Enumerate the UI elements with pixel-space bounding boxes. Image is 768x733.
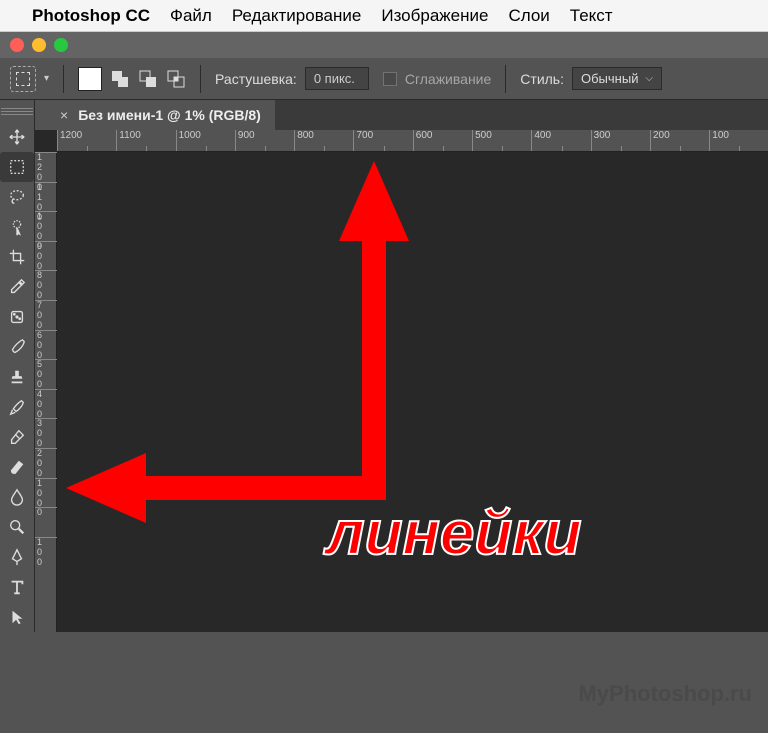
add-selection-icon[interactable] — [110, 69, 130, 89]
quick-select-tool[interactable] — [0, 212, 34, 242]
annotation-text: линейки — [326, 498, 582, 569]
os-menubar: Photoshop CC Файл Редактирование Изображ… — [0, 0, 768, 32]
history-brush-tool[interactable] — [0, 392, 34, 422]
eyedropper-tool[interactable] — [0, 272, 34, 302]
options-bar: ▾ Растушевка: Сглаживание Стиль: Обычный… — [0, 58, 768, 100]
feather-input[interactable] — [305, 67, 369, 90]
blur-tool[interactable] — [0, 482, 34, 512]
minimize-window-button[interactable] — [32, 38, 46, 52]
chevron-down-icon: ▾ — [44, 73, 49, 84]
path-select-tool[interactable] — [0, 602, 34, 632]
tools-panel — [0, 100, 35, 632]
app-name[interactable]: Photoshop CC — [32, 6, 150, 26]
tab-title: Без имени-1 @ 1% (RGB/8) — [78, 107, 261, 123]
vertical-ruler[interactable]: 1200110010009008007006005004003002001000… — [35, 152, 57, 632]
type-tool[interactable] — [0, 572, 34, 602]
move-tool[interactable] — [0, 122, 34, 152]
menu-file[interactable]: Файл — [170, 6, 212, 26]
pen-tool[interactable] — [0, 542, 34, 572]
style-label: Стиль: — [520, 71, 564, 87]
document-tab[interactable]: × Без имени-1 @ 1% (RGB/8) — [46, 100, 275, 130]
brush-tool[interactable] — [0, 332, 34, 362]
close-tab-icon[interactable]: × — [60, 107, 68, 123]
menu-image[interactable]: Изображение — [381, 6, 488, 26]
lasso-tool[interactable] — [0, 182, 34, 212]
feather-label: Растушевка: — [215, 71, 297, 87]
new-selection-icon[interactable] — [78, 67, 102, 91]
watermark: MyPhotoshop.ru — [578, 681, 752, 707]
window-titlebar — [0, 32, 768, 58]
marquee-tool[interactable] — [0, 152, 34, 182]
subtract-selection-icon[interactable] — [138, 69, 158, 89]
menu-layers[interactable]: Слои — [508, 6, 549, 26]
horizontal-ruler[interactable]: 1200110010009008007006005004003002001000… — [57, 130, 768, 152]
healing-brush-tool[interactable] — [0, 302, 34, 332]
tool-preset-button[interactable] — [10, 66, 36, 92]
crop-tool[interactable] — [0, 242, 34, 272]
annotation-arrow-up — [334, 161, 414, 491]
tools-grip-icon[interactable] — [1, 104, 33, 118]
document-tabs: × Без имени-1 @ 1% (RGB/8) — [46, 100, 768, 130]
antialias-checkbox — [383, 72, 397, 86]
dodge-tool[interactable] — [0, 512, 34, 542]
stamp-tool[interactable] — [0, 362, 34, 392]
zoom-window-button[interactable] — [54, 38, 68, 52]
gradient-tool[interactable] — [0, 452, 34, 482]
close-window-button[interactable] — [10, 38, 24, 52]
eraser-tool[interactable] — [0, 422, 34, 452]
intersect-selection-icon[interactable] — [166, 69, 186, 89]
antialias-label: Сглаживание — [405, 71, 491, 87]
style-select[interactable]: Обычный⌵ — [572, 67, 662, 90]
menu-text[interactable]: Текст — [570, 6, 613, 26]
menu-edit[interactable]: Редактирование — [232, 6, 362, 26]
